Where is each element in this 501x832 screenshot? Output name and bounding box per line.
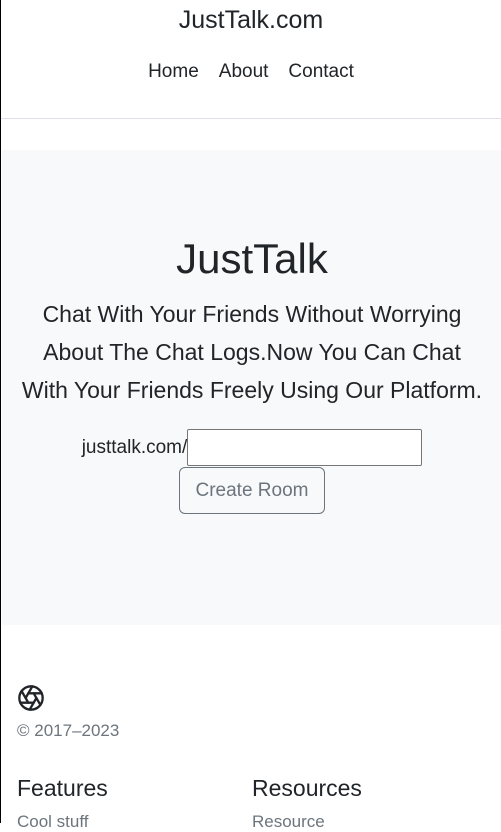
- footer-column-resources: Resources Resource: [252, 774, 487, 832]
- hero-description: Chat With Your Friends Without Worrying …: [21, 301, 483, 403]
- footer-column-features: Features Cool stuff: [17, 774, 252, 832]
- site-footer: © 2017–2023 Features Cool stuff Resource…: [17, 683, 487, 831]
- hero-title: JustTalk: [176, 235, 328, 282]
- footer-heading-features: Features: [17, 775, 108, 801]
- copyright-text: © 2017–2023: [17, 721, 120, 740]
- brand-link[interactable]: JustTalk.com: [1, 0, 501, 34]
- nav-about[interactable]: About: [209, 61, 279, 83]
- site-header: JustTalk.com Home About Contact: [1, 0, 501, 119]
- nav-contact[interactable]: Contact: [278, 61, 363, 83]
- aperture-icon: [18, 685, 44, 711]
- url-prefix: justtalk.com/: [81, 436, 188, 458]
- room-name-input[interactable]: [187, 429, 423, 466]
- nav-home[interactable]: Home: [138, 61, 209, 83]
- room-form: justtalk.com/: [2, 429, 501, 466]
- create-room-button[interactable]: Create Room: [179, 467, 325, 514]
- main-nav: Home About Contact: [1, 61, 501, 83]
- footer-link[interactable]: Resource: [252, 812, 487, 832]
- footer-link[interactable]: Cool stuff: [17, 812, 252, 832]
- footer-heading-resources: Resources: [252, 775, 362, 801]
- hero-section: JustTalk Chat With Your Friends Without …: [2, 150, 501, 625]
- footer-columns: Features Cool stuff Resources Resource: [17, 774, 487, 832]
